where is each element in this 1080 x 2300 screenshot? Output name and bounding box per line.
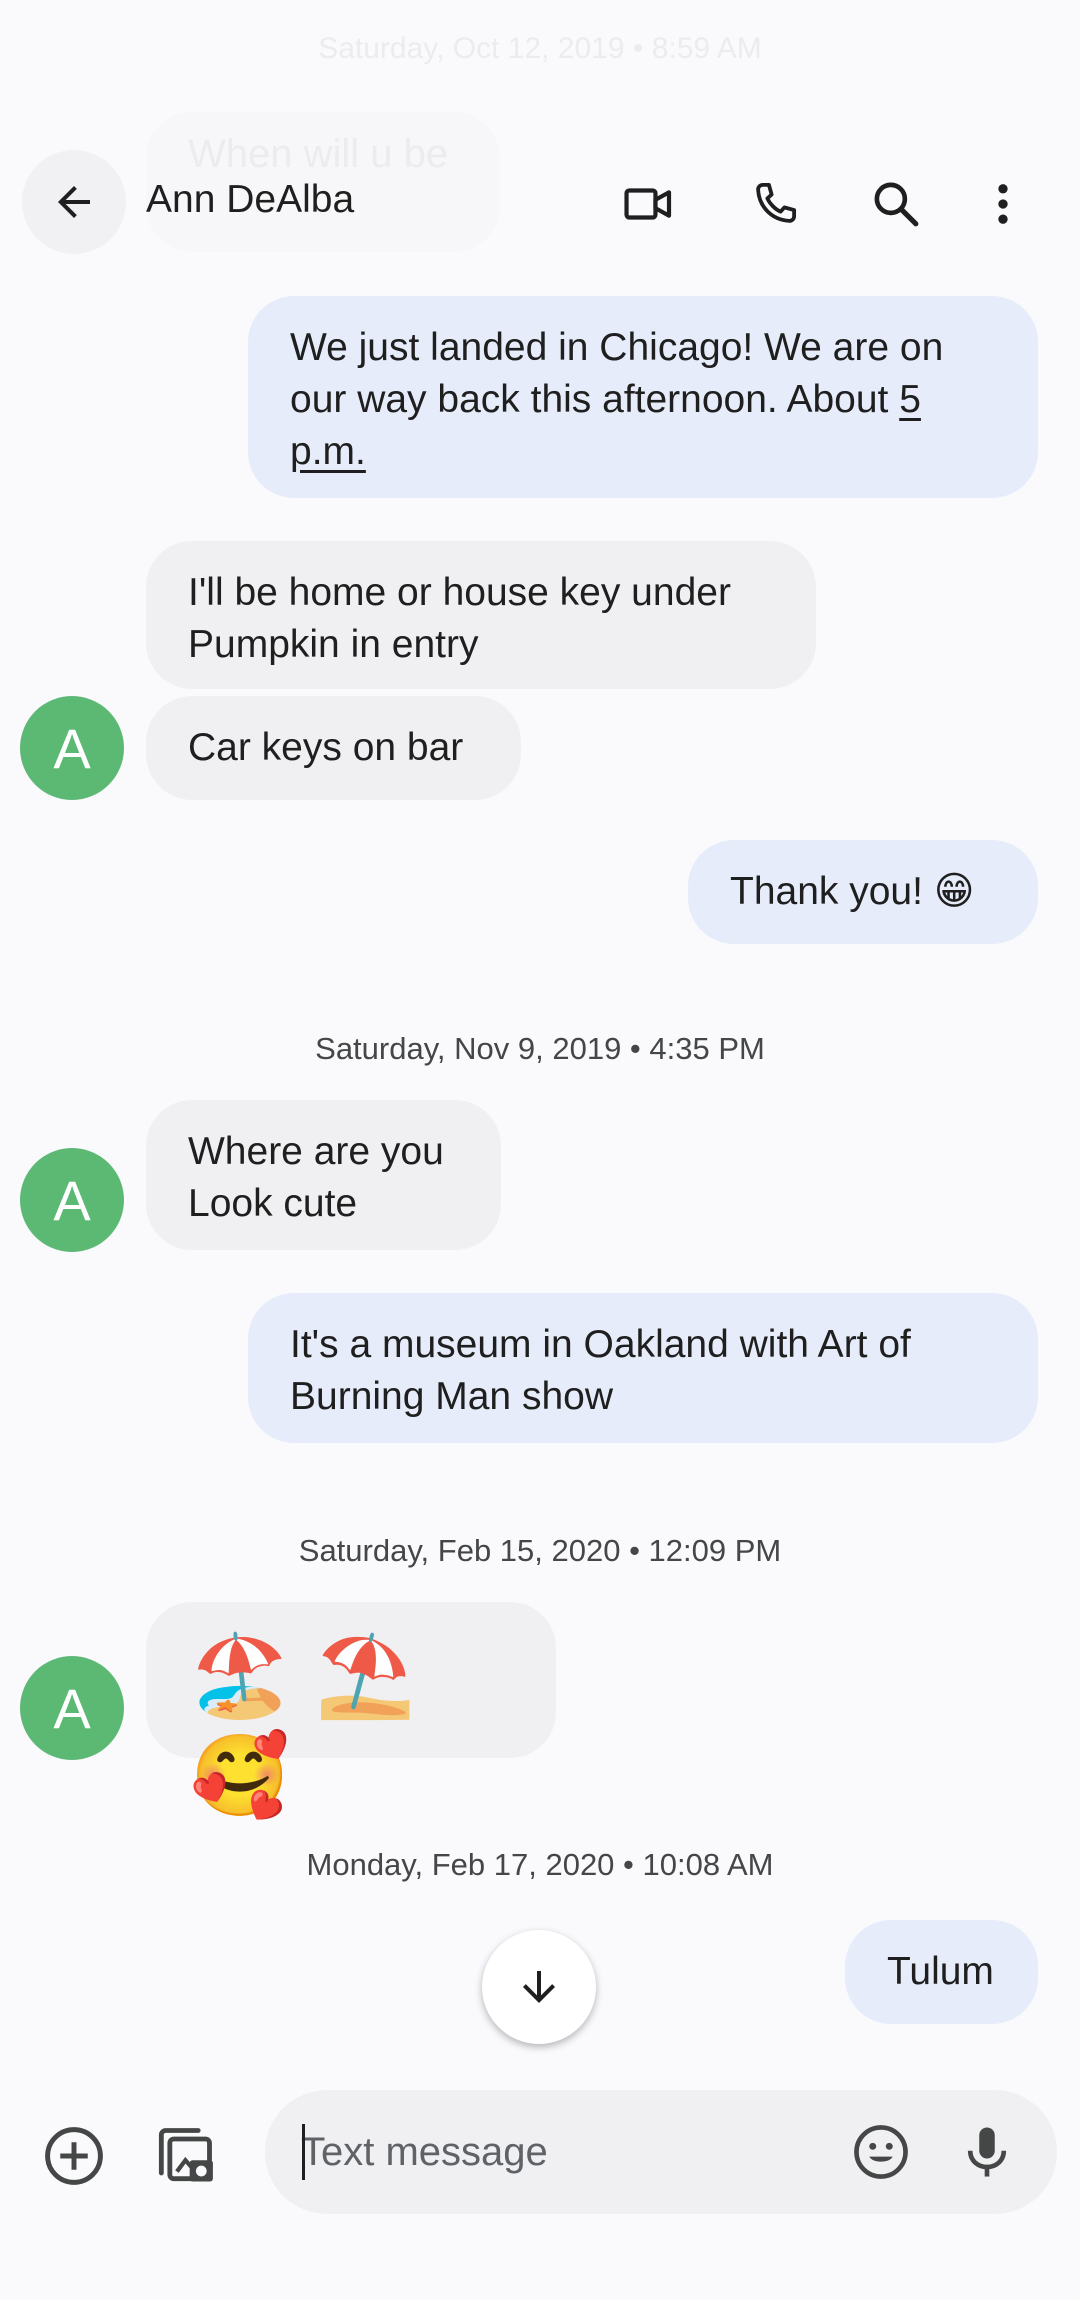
- compose-box[interactable]: [265, 2090, 1057, 2214]
- message-text-line: our way back this afternoon. About 5: [290, 374, 996, 426]
- search-button[interactable]: [866, 174, 926, 234]
- emoji-message-text: 🏖️ ⛱️ 🥰: [190, 1631, 418, 1820]
- messages-screen: Saturday, Oct 12, 2019 • 8:59 AM When wi…: [0, 0, 1080, 2300]
- back-arrow-icon: [58, 186, 90, 218]
- message-text-line: Where are you: [188, 1130, 444, 1173]
- text-cursor: [302, 2124, 305, 2180]
- faded-timestamp: Saturday, Oct 12, 2019 • 8:59 AM: [318, 32, 762, 65]
- add-attachment-button[interactable]: [38, 2120, 110, 2192]
- message-text: our way back this afternoon. About: [290, 378, 900, 421]
- timestamp-divider: Saturday, Feb 15, 2020 • 12:09 PM: [298, 1533, 782, 1568]
- outgoing-message-bubble[interactable]: Thank you! 😁: [688, 840, 1038, 944]
- contact-avatar[interactable]: A: [20, 696, 124, 800]
- incoming-message-bubble[interactable]: Where are you Look cute: [146, 1100, 501, 1250]
- photo-gallery-icon: [158, 2128, 213, 2182]
- detected-time-link[interactable]: 5: [899, 378, 921, 421]
- outgoing-message-bubble[interactable]: We just landed in Chicago! We are on our…: [248, 296, 1038, 498]
- scroll-to-bottom-button[interactable]: [482, 1930, 596, 2044]
- text-message-input[interactable]: [301, 2120, 781, 2184]
- outgoing-message-bubble[interactable]: It's a museum in Oakland with Art of Bur…: [248, 1293, 1038, 1443]
- outgoing-message-bubble[interactable]: Tulum: [845, 1920, 1038, 2024]
- emoji-smile-icon: [854, 2125, 908, 2179]
- detected-time-link[interactable]: p.m.: [290, 430, 366, 473]
- conversation-header: Ann DeAlba: [0, 150, 1080, 262]
- message-text-line: Pumpkin in entry: [188, 623, 479, 666]
- search-icon: [874, 182, 919, 227]
- message-text: Tulum: [887, 1950, 994, 1993]
- phone-icon: [756, 182, 797, 223]
- message-text-line: p.m.: [290, 426, 996, 478]
- message-text-line: Burning Man show: [290, 1375, 614, 1418]
- back-button[interactable]: [22, 150, 126, 254]
- incoming-message-bubble[interactable]: Car keys on bar: [146, 696, 521, 800]
- message-text-line: We just landed in Chicago! We are on: [290, 326, 944, 369]
- voice-input-button[interactable]: [953, 2118, 1021, 2186]
- gallery-button[interactable]: [148, 2120, 220, 2192]
- message-text-line: Look cute: [188, 1182, 358, 1225]
- video-call-icon: [624, 188, 672, 220]
- message-text: Car keys on bar: [188, 726, 464, 769]
- timestamp-divider: Saturday, Nov 9, 2019 • 4:35 PM: [315, 1031, 765, 1066]
- arrow-down-icon: [523, 1971, 555, 2003]
- microphone-icon: [967, 2127, 1007, 2177]
- emoji-button[interactable]: [847, 2118, 915, 2186]
- incoming-emoji-message-bubble[interactable]: 🏖️ ⛱️ 🥰: [146, 1602, 556, 1820]
- message-text-line: I'll be home or house key under: [188, 571, 731, 614]
- contact-name[interactable]: Ann DeAlba: [146, 178, 354, 222]
- add-circle-icon: [45, 2127, 103, 2185]
- message-text: Thank you! 😁: [730, 870, 975, 913]
- more-vert-icon: [998, 184, 1008, 224]
- timestamp-divider: Monday, Feb 17, 2020 • 10:08 AM: [306, 1847, 774, 1882]
- video-call-button[interactable]: [618, 174, 678, 234]
- more-options-button[interactable]: [973, 174, 1033, 234]
- contact-avatar[interactable]: A: [20, 1656, 124, 1760]
- message-text-line: It's a museum in Oakland with Art of: [290, 1323, 911, 1366]
- phone-call-button[interactable]: [745, 174, 805, 234]
- incoming-message-bubble[interactable]: I'll be home or house key under Pumpkin …: [146, 541, 816, 689]
- contact-avatar[interactable]: A: [20, 1148, 124, 1252]
